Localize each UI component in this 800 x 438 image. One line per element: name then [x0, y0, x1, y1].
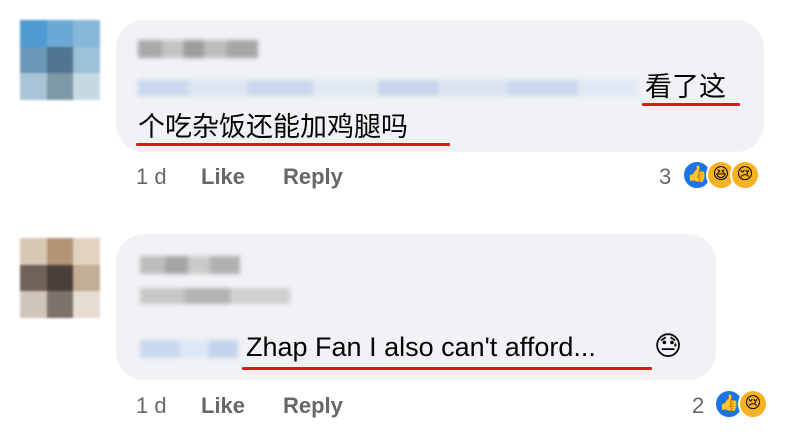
- reaction-count[interactable]: 3: [659, 166, 671, 188]
- reaction-summary[interactable]: 👍 😆 😢: [682, 160, 760, 190]
- comment-text-pixelated: [140, 340, 238, 358]
- comment-time[interactable]: 1 d: [136, 395, 167, 417]
- annotation-underline: [136, 143, 450, 146]
- reply-link[interactable]: Reply: [283, 166, 343, 188]
- sweat-emoji: 😓: [654, 331, 683, 361]
- like-label[interactable]: Like: [201, 164, 245, 189]
- reply-link[interactable]: Reply: [283, 395, 343, 417]
- commenter-name-pixelated[interactable]: [140, 256, 240, 274]
- reply-label[interactable]: Reply: [283, 393, 343, 418]
- reaction-count[interactable]: 2: [692, 395, 704, 417]
- avatar[interactable]: [20, 20, 100, 100]
- comment-text-pixelated: [138, 80, 638, 96]
- comment-text: Zhap Fan I also can't afford...: [246, 332, 596, 362]
- annotation-underline: [642, 103, 740, 106]
- comment-time[interactable]: 1 d: [136, 166, 167, 188]
- commenter-badge-pixelated: [140, 288, 290, 304]
- annotation-underline: [242, 367, 652, 370]
- reaction-summary[interactable]: 👍 😢: [714, 389, 768, 419]
- like-link[interactable]: Like: [201, 166, 245, 188]
- avatar[interactable]: [20, 238, 100, 318]
- sad-reaction-icon: 😢: [738, 389, 768, 419]
- like-label[interactable]: Like: [201, 393, 245, 418]
- reply-label[interactable]: Reply: [283, 164, 343, 189]
- like-link[interactable]: Like: [201, 395, 245, 417]
- comment-text-line2: 个吃杂饭还能加鸡腿吗: [138, 112, 408, 142]
- sad-reaction-icon: 😢: [730, 160, 760, 190]
- commenter-name-pixelated[interactable]: [138, 40, 258, 58]
- comment-text-line1: 看了这: [645, 72, 726, 102]
